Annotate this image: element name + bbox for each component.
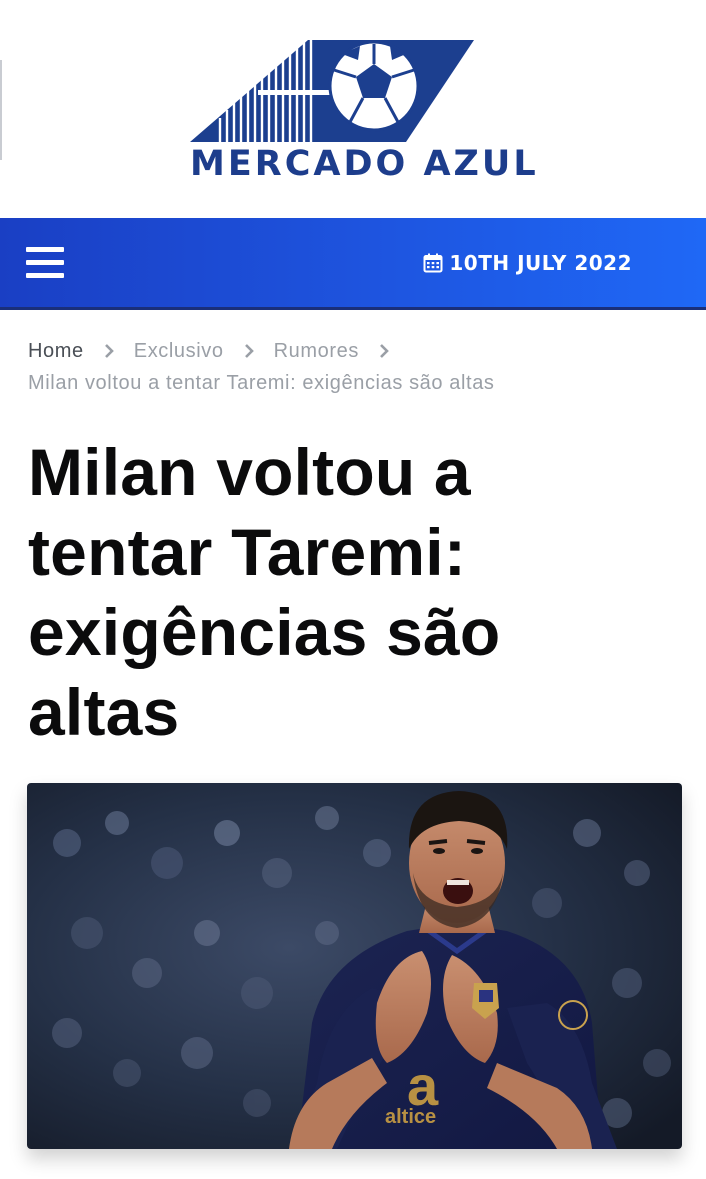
site-header: MERCADO AZUL bbox=[0, 0, 706, 218]
breadcrumb-rumores[interactable]: Rumores bbox=[274, 340, 359, 363]
page-edge-mark bbox=[0, 60, 2, 160]
article-title: Milan voltou a tentar Taremi: exigências… bbox=[28, 435, 501, 749]
player-photo: a altice bbox=[27, 783, 682, 1149]
chevron-right-icon bbox=[380, 344, 389, 358]
hamburger-menu-icon[interactable] bbox=[24, 244, 66, 282]
breadcrumb-exclusivo[interactable]: Exclusivo bbox=[134, 340, 224, 363]
top-navbar: 10TH JULY 2022 bbox=[0, 218, 706, 310]
article-hero-image[interactable]: a altice bbox=[27, 783, 682, 1149]
breadcrumb-current: Milan voltou a tentar Taremi: exigências… bbox=[28, 372, 495, 394]
header-date: 10TH JULY 2022 bbox=[423, 248, 632, 278]
breadcrumb-home[interactable]: Home bbox=[28, 340, 84, 363]
calendar-icon bbox=[423, 253, 443, 273]
site-logo-text: MERCADO AZUL bbox=[190, 144, 539, 184]
jersey-sponsor-text: altice bbox=[385, 1106, 436, 1128]
chevron-right-icon bbox=[104, 344, 114, 358]
date-text: 10TH JULY 2022 bbox=[449, 251, 632, 275]
chevron-right-icon bbox=[244, 344, 254, 358]
breadcrumb: Home Exclusivo Rumores Milan voltou a te… bbox=[28, 336, 688, 395]
soccer-ball-logo-icon bbox=[190, 36, 474, 142]
